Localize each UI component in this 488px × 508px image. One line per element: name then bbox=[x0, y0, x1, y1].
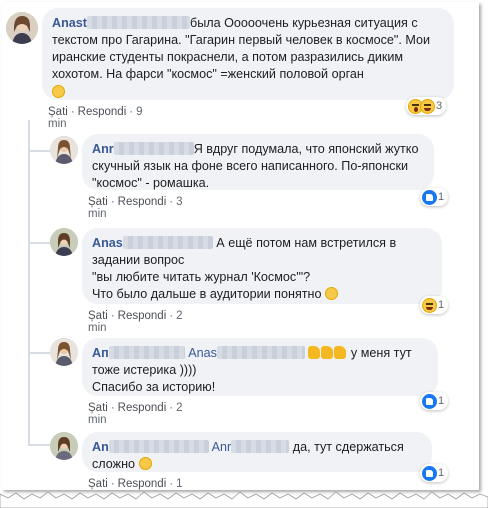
comment-bubble: Anas А ещё потом нам встретился в задани… bbox=[82, 228, 442, 304]
thread-branch bbox=[28, 444, 50, 446]
comment-text-line: Спасибо за историю! bbox=[92, 380, 216, 394]
thread-branch bbox=[28, 352, 50, 354]
avatar[interactable] bbox=[50, 228, 78, 256]
avatar[interactable] bbox=[6, 12, 38, 44]
like-reaction-icon bbox=[422, 393, 437, 409]
reaction-summary[interactable]: 1 bbox=[420, 392, 449, 410]
like-reaction-icon bbox=[422, 465, 437, 481]
redacted-name bbox=[87, 16, 190, 29]
mention[interactable]: Anr bbox=[212, 440, 232, 454]
thread-line bbox=[28, 120, 30, 445]
comment-bubble: Anast была Ооооочень курьезная ситуация с… bbox=[42, 8, 454, 100]
like-link[interactable]: Șati bbox=[88, 310, 108, 322]
reaction-count: 1 bbox=[438, 467, 445, 479]
comment-text-line: Что было дальше в аудитории понятно bbox=[92, 287, 322, 301]
reaction-summary[interactable]: 1 bbox=[420, 464, 449, 482]
emoji-icon bbox=[138, 457, 152, 470]
thumbs-up-icon bbox=[308, 346, 347, 360]
comment-bubble: Ап Anas у меня тут тоже истерика )))) Сп… bbox=[82, 338, 438, 396]
reply-link[interactable]: Respondi bbox=[118, 196, 167, 208]
comment-bubble: An Anr да, тут сдержаться сложно bbox=[82, 432, 432, 472]
comment-text-line: "вы любите читать журнал 'Космос'"? bbox=[92, 270, 311, 284]
comment-text-line: А ещё потом нам встретился в bbox=[216, 236, 397, 250]
comments-panel: Anast была Ооооочень курьезная ситуация с… bbox=[2, 2, 479, 490]
comment-author[interactable]: Anr bbox=[92, 142, 114, 156]
comment-actions: Șati · Respondi · 2 min bbox=[88, 402, 183, 426]
like-reaction-icon bbox=[422, 189, 437, 205]
like-link[interactable]: Șati bbox=[48, 106, 68, 118]
reaction-count: 3 bbox=[436, 100, 443, 112]
comment-author[interactable]: Anas bbox=[92, 236, 123, 250]
comment-author[interactable]: Anast bbox=[52, 16, 87, 30]
redacted-name bbox=[113, 142, 194, 155]
emoji-icon bbox=[52, 84, 444, 101]
comment-actions: Șati · Respondi · 9 min bbox=[48, 106, 143, 130]
reaction-summary[interactable]: 1 bbox=[420, 296, 449, 314]
comment-author[interactable]: An bbox=[92, 440, 109, 454]
redacted-name bbox=[108, 440, 209, 453]
reply-link[interactable]: Respondi bbox=[78, 106, 127, 118]
thread-branch bbox=[28, 242, 50, 244]
redacted-name bbox=[108, 346, 185, 359]
comment-bubble: Anr Я вдруг подумала, что японский жутко … bbox=[82, 134, 434, 190]
like-link[interactable]: Șati bbox=[88, 402, 108, 414]
reply-link[interactable]: Respondi bbox=[118, 402, 167, 414]
reaction-count: 1 bbox=[438, 191, 445, 203]
laugh-reaction-icon bbox=[422, 297, 437, 313]
avatar[interactable] bbox=[50, 338, 78, 366]
torn-edge bbox=[0, 491, 488, 508]
reaction-summary[interactable]: 3 bbox=[406, 97, 447, 115]
avatar[interactable] bbox=[50, 432, 78, 460]
comment-actions: Șati · Respondi · 3 min bbox=[88, 196, 183, 220]
mention[interactable]: Anas bbox=[188, 346, 217, 360]
reply-link[interactable]: Respondi bbox=[118, 310, 167, 322]
emoji-icon bbox=[325, 287, 338, 300]
comment-text-line: у меня тут bbox=[350, 346, 412, 360]
redacted-name bbox=[122, 236, 213, 249]
laugh-reaction-icon bbox=[420, 98, 435, 114]
thread-branch bbox=[28, 150, 50, 152]
comment-author[interactable]: Ап bbox=[92, 346, 109, 360]
comment-text-line: да, тут сдержаться bbox=[292, 440, 404, 454]
reaction-count: 1 bbox=[438, 299, 445, 311]
reaction-count: 1 bbox=[438, 395, 445, 407]
reaction-summary[interactable]: 1 bbox=[420, 188, 449, 206]
comment-text-line: сложно bbox=[92, 457, 136, 471]
like-link[interactable]: Șati bbox=[88, 196, 108, 208]
comment-text-line: задании вопрос bbox=[92, 253, 185, 267]
comment-actions: Șati · Respondi · 2 min bbox=[88, 310, 183, 334]
redacted-name bbox=[216, 346, 305, 359]
avatar[interactable] bbox=[50, 136, 78, 164]
comment-text-line: тоже истерика )))) bbox=[92, 363, 197, 377]
redacted-name bbox=[231, 440, 290, 453]
